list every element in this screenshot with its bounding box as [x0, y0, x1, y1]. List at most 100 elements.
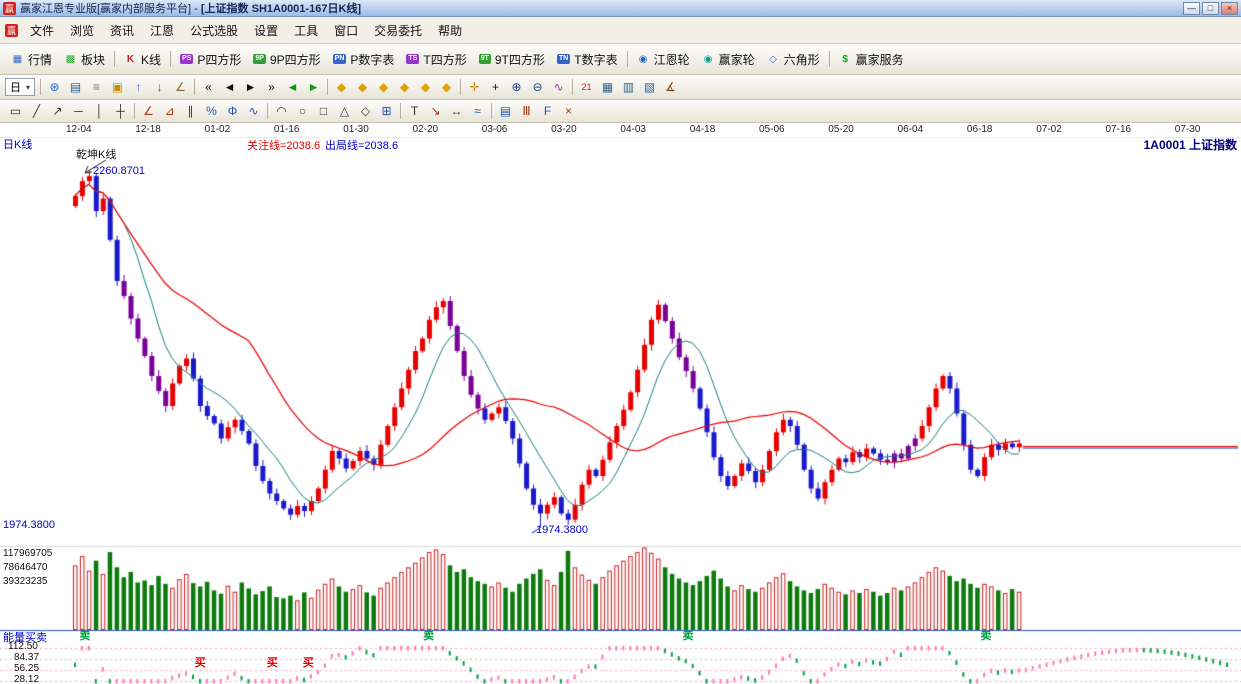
- measure-tool[interactable]: ↔: [446, 102, 467, 121]
- menu-item-gann[interactable]: 江恩: [142, 18, 182, 43]
- toolbar-item-winner-service[interactable]: $赢家服务: [833, 48, 910, 71]
- ray-line-tool[interactable]: ↗: [47, 102, 68, 121]
- trend-line-tool[interactable]: ╱: [26, 102, 47, 121]
- toolbar-item-quotes[interactable]: ▦行情: [5, 48, 58, 71]
- circle-tool[interactable]: ○: [292, 102, 313, 121]
- arrow-down-icon[interactable]: ↓: [149, 78, 170, 97]
- diamond-left-icon[interactable]: ◆: [331, 78, 352, 97]
- step-forward-icon[interactable]: ►: [303, 78, 324, 97]
- toolbar-item-p-square[interactable]: PSP四方形: [174, 48, 247, 71]
- zoom-in-icon[interactable]: ⊕: [506, 78, 527, 97]
- wave-icon[interactable]: ∿: [548, 78, 569, 97]
- triangle-tool[interactable]: △: [334, 102, 355, 121]
- date-label: 01-30: [343, 124, 369, 135]
- toolbar-item-label: T四方形: [423, 51, 466, 68]
- toolbar-item-label: 行情: [28, 51, 52, 68]
- toolbar-item-t-number[interactable]: TNT数字表: [551, 48, 624, 71]
- icon-toolbar: 日▾⊛▤≡▣↑↓∠«◄►»◄►◆◆◆◆◆◆✛+⊕⊖∿21▦▥▧∡: [0, 75, 1241, 100]
- toolbar-item-label: T数字表: [574, 51, 617, 68]
- toolbar-item-gann-wheel[interactable]: ◉江恩轮: [631, 48, 696, 71]
- step-back-icon[interactable]: ◄: [282, 78, 303, 97]
- crosshair-icon[interactable]: +: [485, 78, 506, 97]
- lock-icon[interactable]: ▣: [107, 78, 128, 97]
- compass-icon[interactable]: ⊛: [44, 78, 65, 97]
- document-icon[interactable]: ▤: [65, 78, 86, 97]
- first-bar-icon[interactable]: «: [198, 78, 219, 97]
- chevron-down-icon: ▾: [26, 83, 30, 92]
- menu-item-tools[interactable]: 工具: [286, 18, 326, 43]
- next-bar-icon[interactable]: ►: [240, 78, 261, 97]
- toolbar-item-t-square[interactable]: TST四方形: [400, 48, 472, 71]
- arc-tool[interactable]: ◠: [271, 102, 292, 121]
- fibonacci-tool[interactable]: F: [537, 102, 558, 121]
- delete-tool[interactable]: ×: [558, 102, 579, 121]
- indicator-scale-4: 28.12: [14, 674, 39, 684]
- close-button[interactable]: ×: [1221, 2, 1238, 15]
- last-bar-icon[interactable]: »: [261, 78, 282, 97]
- vertical-line-tool[interactable]: │: [89, 102, 110, 121]
- toolbar-item-label: 赢家轮: [719, 51, 755, 68]
- menu-item-file[interactable]: 文件: [22, 18, 62, 43]
- diamond-minus-icon[interactable]: ◆: [436, 78, 457, 97]
- percent-line-tool[interactable]: %: [201, 102, 222, 121]
- cycle-line-tool[interactable]: ∿: [243, 102, 264, 121]
- high-annotation-label: 2260.8701: [93, 165, 145, 177]
- zoom-out-icon[interactable]: ⊖: [527, 78, 548, 97]
- text-tool[interactable]: T: [404, 102, 425, 121]
- toolbar-item-9p-square[interactable]: 9P9P四方形: [247, 48, 326, 71]
- toolbar-separator: [327, 79, 328, 95]
- menu-item-news[interactable]: 资讯: [102, 18, 142, 43]
- diamond-up-icon[interactable]: ◆: [373, 78, 394, 97]
- angle-stats-icon[interactable]: ∡: [660, 78, 681, 97]
- grid-overlay-tool[interactable]: ⊞: [376, 102, 397, 121]
- cross-line-tool[interactable]: ┼: [110, 102, 131, 121]
- menu-item-browse[interactable]: 浏览: [62, 18, 102, 43]
- toolbar-item-9t-square[interactable]: 9T9T四方形: [473, 48, 551, 71]
- select-tool[interactable]: ▭: [5, 102, 26, 121]
- period-selector[interactable]: 日▾: [5, 78, 35, 96]
- diamond-right-icon[interactable]: ◆: [352, 78, 373, 97]
- menu-item-window[interactable]: 窗口: [326, 18, 366, 43]
- kline-chart-canvas[interactable]: [0, 138, 1241, 684]
- grid-icon[interactable]: ▦: [597, 78, 618, 97]
- diamond-down-icon[interactable]: ◆: [394, 78, 415, 97]
- diamond-tool[interactable]: ◇: [355, 102, 376, 121]
- toolbar-item-blocks[interactable]: ▩板块: [58, 48, 111, 71]
- speed-line-tool[interactable]: ≈: [467, 102, 488, 121]
- calendar-21-icon[interactable]: 21: [576, 78, 597, 97]
- arrow-mark-tool[interactable]: ↘: [425, 102, 446, 121]
- date-label: 01-16: [274, 124, 300, 135]
- date-label: 03-06: [482, 124, 508, 135]
- table-icon[interactable]: ▥: [618, 78, 639, 97]
- gann-angle-tool[interactable]: ∠: [138, 102, 159, 121]
- hand-icon[interactable]: ✛: [464, 78, 485, 97]
- gann-fan-tool[interactable]: ⊿: [159, 102, 180, 121]
- toolbar-item-hexagon[interactable]: ◇六角形: [761, 48, 826, 71]
- wave-count-tool[interactable]: Ⅲ: [516, 102, 537, 121]
- sell-signal-label: 卖: [79, 630, 90, 642]
- band-tool[interactable]: ▤: [495, 102, 516, 121]
- menu-item-settings[interactable]: 设置: [246, 18, 286, 43]
- arrow-up-icon[interactable]: ↑: [128, 78, 149, 97]
- minimize-button[interactable]: —: [1183, 2, 1200, 15]
- layers-icon[interactable]: ▧: [639, 78, 660, 97]
- rect-tool[interactable]: □: [313, 102, 334, 121]
- diamond-plus-icon[interactable]: ◆: [415, 78, 436, 97]
- menu-item-trade-order[interactable]: 交易委托: [366, 18, 430, 43]
- toolbar-item-kline[interactable]: KK线: [118, 48, 167, 71]
- horizontal-line-tool[interactable]: ─: [68, 102, 89, 121]
- menu-item-formula-stock[interactable]: 公式选股: [182, 18, 246, 43]
- parallel-channel-tool[interactable]: ∥: [180, 102, 201, 121]
- toolbar-item-winner-wheel[interactable]: ◉赢家轮: [696, 48, 761, 71]
- menu-item-help[interactable]: 帮助: [430, 18, 470, 43]
- database-icon[interactable]: ≡: [86, 78, 107, 97]
- winner-service-icon: $: [839, 53, 852, 66]
- symbol-label: 1A0001 上证指数: [1144, 139, 1237, 151]
- date-label: 05-06: [759, 124, 785, 135]
- golden-section-tool[interactable]: Φ: [222, 102, 243, 121]
- maximize-button[interactable]: □: [1202, 2, 1219, 15]
- pen-icon[interactable]: ∠: [170, 78, 191, 97]
- date-label: 07-16: [1106, 124, 1132, 135]
- toolbar-item-p-number[interactable]: PNP数字表: [327, 48, 401, 71]
- prev-bar-icon[interactable]: ◄: [219, 78, 240, 97]
